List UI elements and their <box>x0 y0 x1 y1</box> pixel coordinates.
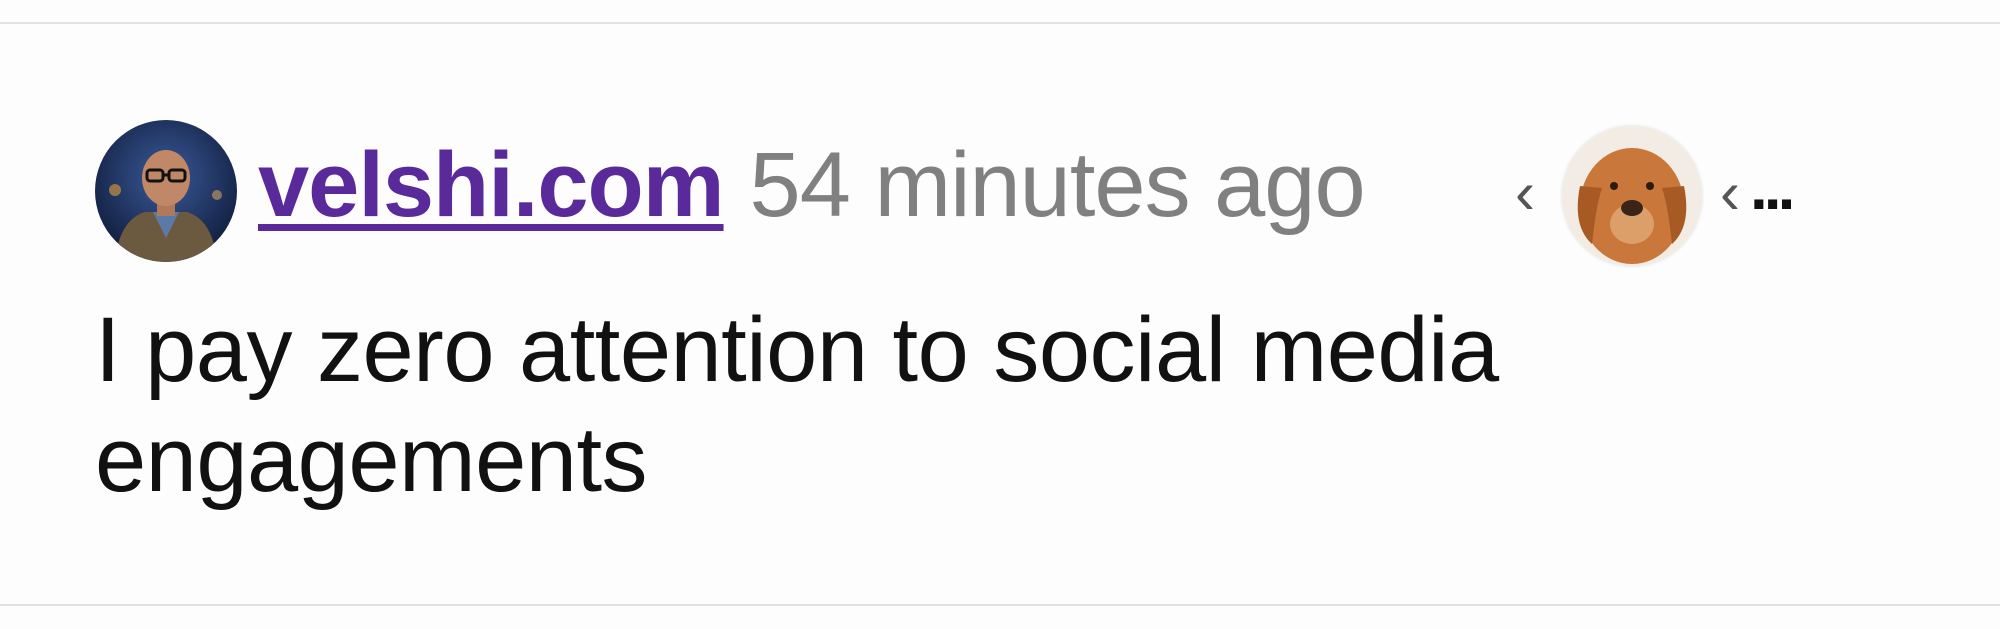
post-body-text: I pay zero attention to social media eng… <box>95 299 1499 511</box>
top-divider <box>0 22 2000 24</box>
post-card: velshi.com 54 minutes ago ‹ ‹ ... I pay … <box>0 0 2000 629</box>
post-timestamp[interactable]: 54 minutes ago <box>750 133 1366 238</box>
next-chevron-icon[interactable]: ‹ <box>1720 158 1740 227</box>
more-options-icon[interactable]: ... <box>1750 150 1795 224</box>
author-avatar[interactable] <box>95 120 237 262</box>
reply-user-avatar[interactable] <box>1562 126 1702 266</box>
previous-chevron-icon[interactable]: ‹ <box>1515 158 1535 227</box>
bottom-divider <box>0 604 2000 606</box>
author-site-link[interactable]: velshi.com <box>258 133 725 238</box>
post-header: velshi.com 54 minutes ago <box>258 130 1366 240</box>
